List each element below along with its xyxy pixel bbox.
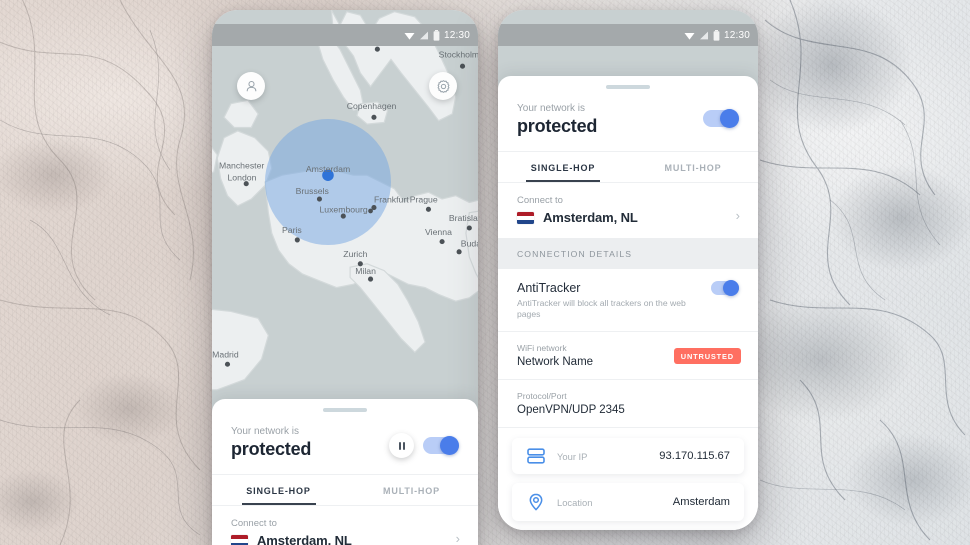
battery-icon: [713, 29, 720, 41]
tab-single-hop[interactable]: SINGLE-HOP: [498, 152, 628, 182]
antitracker-row: AntiTracker AntiTracker will block all t…: [498, 269, 758, 331]
tab-multi-hop[interactable]: MULTI-HOP: [628, 152, 758, 182]
hop-tabs-right: SINGLE-HOP MULTI-HOP: [498, 152, 758, 182]
card-location[interactable]: Location Amsterdam: [512, 483, 744, 522]
connect-to-label: Connect to: [517, 195, 563, 206]
card-your-ip[interactable]: Your IP 93.170.115.67: [512, 438, 744, 475]
battery-icon: [433, 29, 440, 41]
connection-details-header: CONNECTION DETAILS: [498, 238, 758, 269]
svg-text:Madrid: Madrid: [212, 349, 239, 359]
wifi-network-row[interactable]: WiFi network Network Name UNTRUSTED: [498, 332, 758, 379]
card-your-ip-label: Your IP: [557, 450, 588, 462]
tab-single-hop-label: SINGLE-HOP: [246, 486, 311, 496]
background-grain: [0, 0, 970, 545]
tab-multi-hop[interactable]: MULTI-HOP: [345, 475, 478, 505]
phone-right: 12:30 Your network is protected SINGLE-H…: [498, 10, 758, 530]
network-status-text: Your network is protected: [517, 103, 597, 137]
tab-single-hop-label: SINGLE-HOP: [530, 163, 596, 173]
card-location-value: Amsterdam: [672, 496, 730, 509]
protocol-port-label: Protocol/Port: [517, 391, 567, 402]
svg-text:Zurich: Zurich: [343, 249, 367, 259]
network-controls: [703, 103, 739, 128]
status-bar-time: 12:30: [723, 29, 750, 41]
status-bar-left: 12:30: [212, 24, 478, 46]
svg-text:Brussels: Brussels: [296, 186, 330, 196]
account-button[interactable]: [237, 72, 265, 100]
phone-right-screen: 12:30 Your network is protected SINGLE-H…: [498, 10, 758, 530]
svg-text:London: London: [227, 172, 256, 182]
phone-left-screen: Oslo Stockholm Copenhagen Warsaw Manches…: [212, 10, 478, 545]
connect-to-main: Amsterdam, NL: [231, 533, 459, 545]
svg-text:Stockholm: Stockholm: [439, 50, 478, 60]
connect-to-main: Amsterdam, NL: [517, 210, 739, 225]
network-status-value: protected: [517, 116, 598, 136]
info-cards: Your IP 93.170.115.67 Location Amsterdam: [498, 428, 758, 530]
bottom-sheet-left: Your network is protected SINGLE-HOP MUL…: [212, 399, 478, 545]
account-icon: [246, 80, 256, 91]
hop-tabs-left: SINGLE-HOP MULTI-HOP: [212, 475, 478, 505]
svg-text:Prague: Prague: [410, 194, 438, 204]
chevron-right-icon: ›: [455, 530, 460, 545]
server-stack-icon: [526, 448, 546, 465]
gear-icon: [437, 79, 449, 93]
vpn-toggle-knob: [720, 109, 739, 128]
pause-bar-left: [398, 441, 401, 450]
antitracker-subtitle: AntiTracker will block all trackers on t…: [517, 298, 686, 319]
connect-to-city: Amsterdam, NL: [257, 533, 352, 545]
bottom-sheet-right: Your network is protected SINGLE-HOP MUL…: [498, 76, 758, 530]
vpn-toggle[interactable]: [703, 109, 739, 128]
chevron-right-icon: ›: [735, 207, 740, 223]
settings-button[interactable]: [429, 72, 457, 100]
svg-text:Paris: Paris: [282, 225, 302, 235]
antitracker-toggle[interactable]: [710, 280, 739, 296]
network-status-block: Your network is protected: [498, 89, 758, 151]
antitracker-text: AntiTracker AntiTracker will block all t…: [517, 281, 701, 319]
tab-single-hop[interactable]: SINGLE-HOP: [212, 475, 345, 505]
protocol-port-row[interactable]: Protocol/Port OpenVPN/UDP 2345: [498, 380, 758, 427]
connect-to-label: Connect to: [231, 518, 277, 529]
phone-left: Oslo Stockholm Copenhagen Warsaw Manches…: [212, 10, 478, 545]
protocol-port-value: OpenVPN/UDP 2345: [517, 404, 625, 417]
card-location-label: Location: [557, 496, 593, 508]
network-status-value: protected: [231, 439, 312, 459]
location-pin-icon: [526, 493, 546, 512]
network-status-prefix: Your network is: [231, 426, 299, 437]
svg-text:Milan: Milan: [355, 266, 376, 276]
card-your-ip-value: 93.170.115.67: [659, 450, 730, 463]
pause-button[interactable]: [389, 433, 414, 458]
connect-to-city: Amsterdam, NL: [543, 210, 638, 225]
svg-text:Amsterdam: Amsterdam: [306, 164, 350, 174]
svg-text:Bratislava: Bratislava: [449, 213, 478, 223]
flag-nl-icon: [517, 211, 534, 224]
vpn-toggle-knob: [440, 436, 459, 455]
status-bar-right: 12:30: [498, 24, 758, 46]
flag-nl-icon: [231, 534, 248, 545]
svg-text:Copenhagen: Copenhagen: [347, 101, 397, 111]
svg-text:Luxembourg: Luxembourg: [319, 205, 367, 215]
svg-text:Budapest: Budapest: [461, 239, 478, 249]
svg-text:Manchester: Manchester: [219, 160, 264, 170]
wifi-icon: [404, 32, 415, 40]
svg-text:Vienna: Vienna: [425, 227, 452, 237]
network-status-block: Your network is protected: [212, 412, 478, 474]
network-controls: [389, 426, 459, 458]
wifi-icon: [684, 32, 695, 40]
stone-background: [0, 0, 970, 545]
status-bar-time: 12:30: [443, 29, 470, 41]
signal-icon: [699, 31, 708, 39]
antitracker-title: AntiTracker: [517, 281, 581, 295]
tab-multi-hop-label: MULTI-HOP: [664, 163, 722, 173]
svg-text:Frankfurt: Frankfurt: [374, 194, 409, 204]
antitracker-toggle-knob: [723, 280, 739, 296]
network-status-prefix: Your network is: [517, 103, 585, 114]
status-badge: UNTRUSTED: [673, 347, 741, 364]
connect-to-row[interactable]: Connect to Amsterdam, NL ›: [212, 506, 478, 545]
pause-bar-right: [402, 441, 405, 450]
connect-to-row[interactable]: Connect to Amsterdam, NL ›: [498, 183, 758, 238]
network-status-text: Your network is protected: [231, 426, 311, 460]
signal-icon: [419, 31, 428, 39]
vpn-toggle[interactable]: [423, 436, 459, 455]
tab-multi-hop-label: MULTI-HOP: [383, 486, 440, 496]
